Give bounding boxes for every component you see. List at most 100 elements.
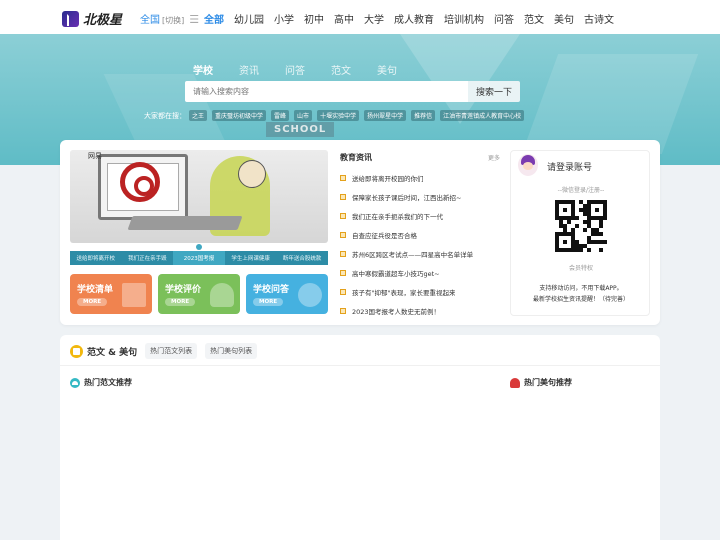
carousel-tab[interactable]: 断年送合股统款 (276, 251, 328, 265)
hot-search-tag[interactable]: 重庆璧坊初级中学 (212, 110, 267, 121)
menu-icon[interactable]: ☰ (189, 13, 199, 26)
hot-quotes-title: 热门美句推荐 (524, 378, 572, 387)
logo-text: 北极星 (83, 13, 123, 28)
search-tabs: 学校 资讯 问答 范文 美句 (193, 62, 423, 77)
bullet-icon (340, 250, 346, 257)
search-tab-essays[interactable]: 范文 (331, 62, 351, 77)
search-tab-school[interactable]: 学校 (193, 62, 213, 77)
news-item-text[interactable]: 自查应征兵役是否合格 (352, 230, 417, 240)
carousel-tab[interactable]: 学生上网课健康 (225, 251, 277, 265)
nav-item-essays[interactable]: 范文 (524, 11, 544, 26)
search-tab-qa[interactable]: 问答 (285, 62, 305, 77)
main-card: 网易 送给即将离开校 我们正在亲手毁 2023国考报 学生上网课健康 断年送合股… (60, 140, 660, 325)
nav-item-senior[interactable]: 高中 (334, 11, 354, 26)
hot-search-tag[interactable]: 扬州翠星中学 (364, 110, 407, 121)
news-item[interactable]: 自查应征兵役是否合格 (340, 225, 500, 244)
hot-search-tag[interactable]: 推荐信 (411, 110, 436, 121)
city-switch-link[interactable]: [切换] (162, 15, 184, 26)
tile-title: 学校问答 (253, 285, 290, 295)
nav-item-primary[interactable]: 小学 (274, 11, 294, 26)
section-header: 范文 & 美句 热门范文列表 热门美句列表 (70, 343, 258, 359)
search-input[interactable] (185, 81, 468, 102)
essays-quotes-section: 范文 & 美句 热门范文列表 热门美句列表 热门范文推荐 热门美句推荐 (60, 335, 660, 540)
news-item-text[interactable]: 保障家长孩子课后时间，江西出新招~ (352, 192, 461, 202)
hot-searches: 大家都在搜： 之王 重庆璧坊初级中学 雷峰 山市 十堰实验中学 扬州翠星中学 推… (144, 110, 529, 121)
news-item-text[interactable]: 2023国考报考人数史无前例！ (352, 306, 440, 316)
news-more-link[interactable]: 更多 (488, 153, 500, 162)
nav-item-all[interactable]: 全部 (204, 11, 224, 26)
carousel-indicator[interactable] (196, 244, 202, 250)
nav-item-poems[interactable]: 古诗文 (584, 11, 614, 26)
privilege-line: 最新学校招生资讯提醒！（待完善） (532, 296, 629, 303)
news-item[interactable]: 保障家长孩子课后时间，江西出新招~ (340, 187, 500, 206)
banner-corner-text: 网易 (88, 152, 102, 160)
nav-item-qa[interactable]: 问答 (494, 11, 514, 26)
at-sign-illustration (120, 162, 160, 202)
wechat-login-label: --微信登录/注册-- (557, 187, 605, 194)
hot-quotes-list-tab[interactable]: 热门美句列表 (205, 343, 258, 359)
nav-item-quotes[interactable]: 美句 (554, 11, 574, 26)
section-title: 范文 & 美句 (87, 347, 138, 358)
news-item[interactable]: 苏州6区跨区考试点——四星高中名单详单 (340, 244, 500, 263)
login-title[interactable]: 请登录账号 (547, 160, 592, 173)
hot-search-tag[interactable]: 江油市青莲镇成人教育中心校 (440, 110, 525, 121)
qr-code[interactable] (554, 199, 607, 252)
search-button[interactable]: 搜索一下 (468, 81, 520, 102)
logo-icon (62, 10, 79, 27)
hot-search-tag[interactable]: 之王 (189, 110, 208, 121)
nav-item-adult-education[interactable]: 成人教育 (394, 11, 434, 26)
nav-item-kindergarten[interactable]: 幼儿园 (234, 11, 264, 26)
hot-search-tag[interactable]: 山市 (294, 110, 313, 121)
news-item[interactable]: 2023国考报考人数史无前例！ (340, 301, 500, 320)
search-tab-quotes[interactable]: 美句 (377, 62, 397, 77)
news-item[interactable]: 我们正在亲手扼杀我们的下一代 (340, 206, 500, 225)
hot-essays-heading: 热门范文推荐 (70, 377, 132, 388)
hot-search-tag[interactable]: 雷峰 (271, 110, 290, 121)
bullet-icon (340, 288, 346, 295)
nav-item-university[interactable]: 大学 (364, 11, 384, 26)
carousel-tab[interactable]: 送给即将离开校 (70, 251, 122, 265)
bullet-icon (340, 174, 346, 181)
nav-item-training[interactable]: 培训机构 (444, 11, 484, 26)
search-box: 搜索一下 (185, 81, 520, 102)
news-panel: 教育资讯 更多 送给即将离开校园的你们 保障家长孩子课后时间，江西出新招~ 我们… (340, 150, 500, 320)
tile-title: 学校评价 (165, 285, 202, 295)
news-item-text[interactable]: 高中寒假霸道超车小技巧get~ (352, 268, 440, 278)
carousel-image[interactable]: 网易 (70, 150, 328, 243)
news-list: 送给即将离开校园的你们 保障家长孩子课后时间，江西出新招~ 我们正在亲手扼杀我们… (340, 168, 500, 320)
logo[interactable]: 北极星 (62, 9, 122, 28)
person-head-illustration (238, 160, 266, 188)
search-tab-news[interactable]: 资讯 (239, 62, 259, 77)
tile-more-button[interactable]: MORE (253, 298, 284, 306)
hot-essays-list-tab[interactable]: 热门范文列表 (145, 343, 198, 359)
clipboard-icon (122, 283, 146, 307)
top-navbar: 北极星 全国 [切换] ☰ 全部 幼儿园 小学 初中 高中 大学 成人教育 培训… (0, 0, 720, 34)
school-qa-tile[interactable]: 学校问答 MORE (246, 274, 328, 314)
keyboard-illustration (127, 216, 243, 230)
bullet-icon (340, 231, 346, 238)
news-item[interactable]: 高中寒假霸道超车小技巧get~ (340, 263, 500, 282)
tile-more-button[interactable]: MORE (77, 298, 108, 306)
news-item-text[interactable]: 送给即将离开校园的你们 (352, 173, 424, 183)
hot-search-tag[interactable]: 十堰实验中学 (317, 110, 360, 121)
city-label[interactable]: 全国 (140, 11, 160, 26)
school-list-tile[interactable]: 学校清单 MORE (70, 274, 152, 314)
bullet-icon (340, 269, 346, 276)
avatar (518, 154, 538, 176)
bullet-icon (340, 193, 346, 200)
hot-quotes-heading: 热门美句推荐 (510, 377, 572, 388)
question-icon (298, 283, 322, 307)
main-nav: 全部 幼儿园 小学 初中 高中 大学 成人教育 培训机构 问答 范文 美句 古诗… (204, 11, 624, 26)
nav-item-junior[interactable]: 初中 (304, 11, 324, 26)
school-review-tile[interactable]: 学校评价 MORE (158, 274, 240, 314)
news-item-text[interactable]: 我们正在亲手扼杀我们的下一代 (352, 211, 443, 221)
city-selector[interactable]: 全国 [切换] ☰ (140, 11, 199, 26)
tile-more-button[interactable]: MORE (165, 298, 196, 306)
carousel-tab[interactable]: 我们正在亲手毁 (122, 251, 174, 265)
privilege-line: 支持移动访问，不用下载APP。 (539, 285, 623, 292)
news-item-text[interactable]: 苏州6区跨区考试点——四星高中名单详单 (352, 249, 473, 259)
carousel-tab[interactable]: 2023国考报 (173, 251, 225, 265)
news-item[interactable]: 孩子有"抑郁"表现，家长要重视起来 (340, 282, 500, 301)
news-item-text[interactable]: 孩子有"抑郁"表现，家长要重视起来 (352, 287, 455, 297)
news-item[interactable]: 送给即将离开校园的你们 (340, 168, 500, 187)
